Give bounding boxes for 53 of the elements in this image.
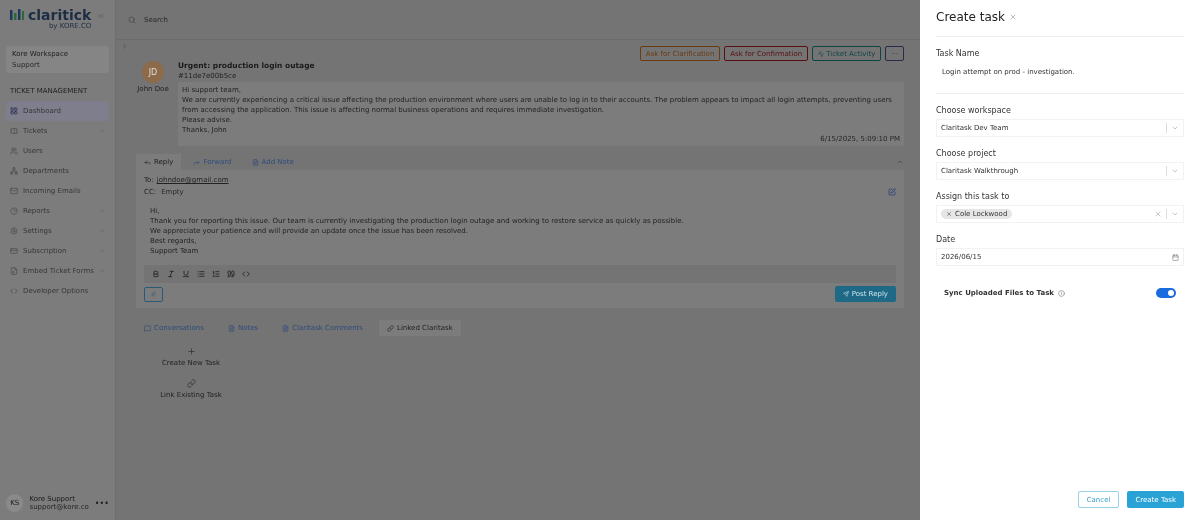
logo-text: claritick <box>28 8 92 22</box>
document-icon <box>282 324 290 332</box>
chat-icon <box>144 324 151 332</box>
users-icon <box>10 147 18 155</box>
expand-icon[interactable] <box>121 43 128 50</box>
author-avatar: JD <box>142 61 164 83</box>
mail-icon <box>10 187 18 195</box>
bold-icon[interactable] <box>152 270 160 278</box>
field-label: Date <box>936 235 957 244</box>
network-icon <box>10 167 18 175</box>
remove-icon[interactable] <box>946 211 952 217</box>
calendar-icon[interactable] <box>1172 253 1179 261</box>
field-label: Task Name <box>936 49 981 58</box>
close-icon[interactable] <box>1008 13 1017 21</box>
field-label: Choose workspace <box>936 106 1012 115</box>
clear-icon[interactable] <box>1154 210 1162 218</box>
collapse-icon[interactable] <box>97 12 105 20</box>
quote-icon[interactable] <box>227 270 235 278</box>
drawer-title: Create task <box>936 10 1005 24</box>
search-icon <box>128 15 136 24</box>
bullet-list-icon[interactable] <box>197 270 205 278</box>
more-button[interactable]: ••• <box>94 498 109 508</box>
italic-icon[interactable] <box>167 270 175 278</box>
ticket-icon <box>10 127 18 135</box>
pie-chart-icon <box>10 207 18 215</box>
chevron-down-icon <box>1171 210 1179 218</box>
underline-icon[interactable] <box>182 270 190 278</box>
link-icon <box>387 324 394 332</box>
form-icon <box>10 267 18 275</box>
code-icon[interactable] <box>242 270 250 278</box>
activity-icon <box>818 50 825 57</box>
info-icon <box>1057 289 1065 297</box>
grid-icon <box>10 107 18 115</box>
credit-card-icon <box>10 247 18 255</box>
chevron-down-icon <box>1171 167 1179 175</box>
field-label: Assign this task to <box>936 192 1011 201</box>
settings-icon <box>10 227 18 235</box>
reply-icon <box>144 158 151 166</box>
plus-icon <box>186 347 196 356</box>
logo-mark-icon <box>10 8 24 22</box>
paperclip-icon <box>151 290 156 298</box>
field-label: Choose project <box>936 149 997 158</box>
document-icon <box>227 324 235 332</box>
numbered-list-icon[interactable] <box>212 270 220 278</box>
collapse-icon[interactable] <box>896 158 904 166</box>
chevron-down-icon <box>1171 124 1179 132</box>
edit-icon[interactable] <box>888 188 896 196</box>
send-icon <box>842 291 849 297</box>
attach-button[interactable] <box>144 286 163 302</box>
link-icon <box>186 379 196 388</box>
forward-icon <box>193 158 201 166</box>
sync-toggle[interactable] <box>1156 288 1176 298</box>
document-icon <box>251 158 259 166</box>
